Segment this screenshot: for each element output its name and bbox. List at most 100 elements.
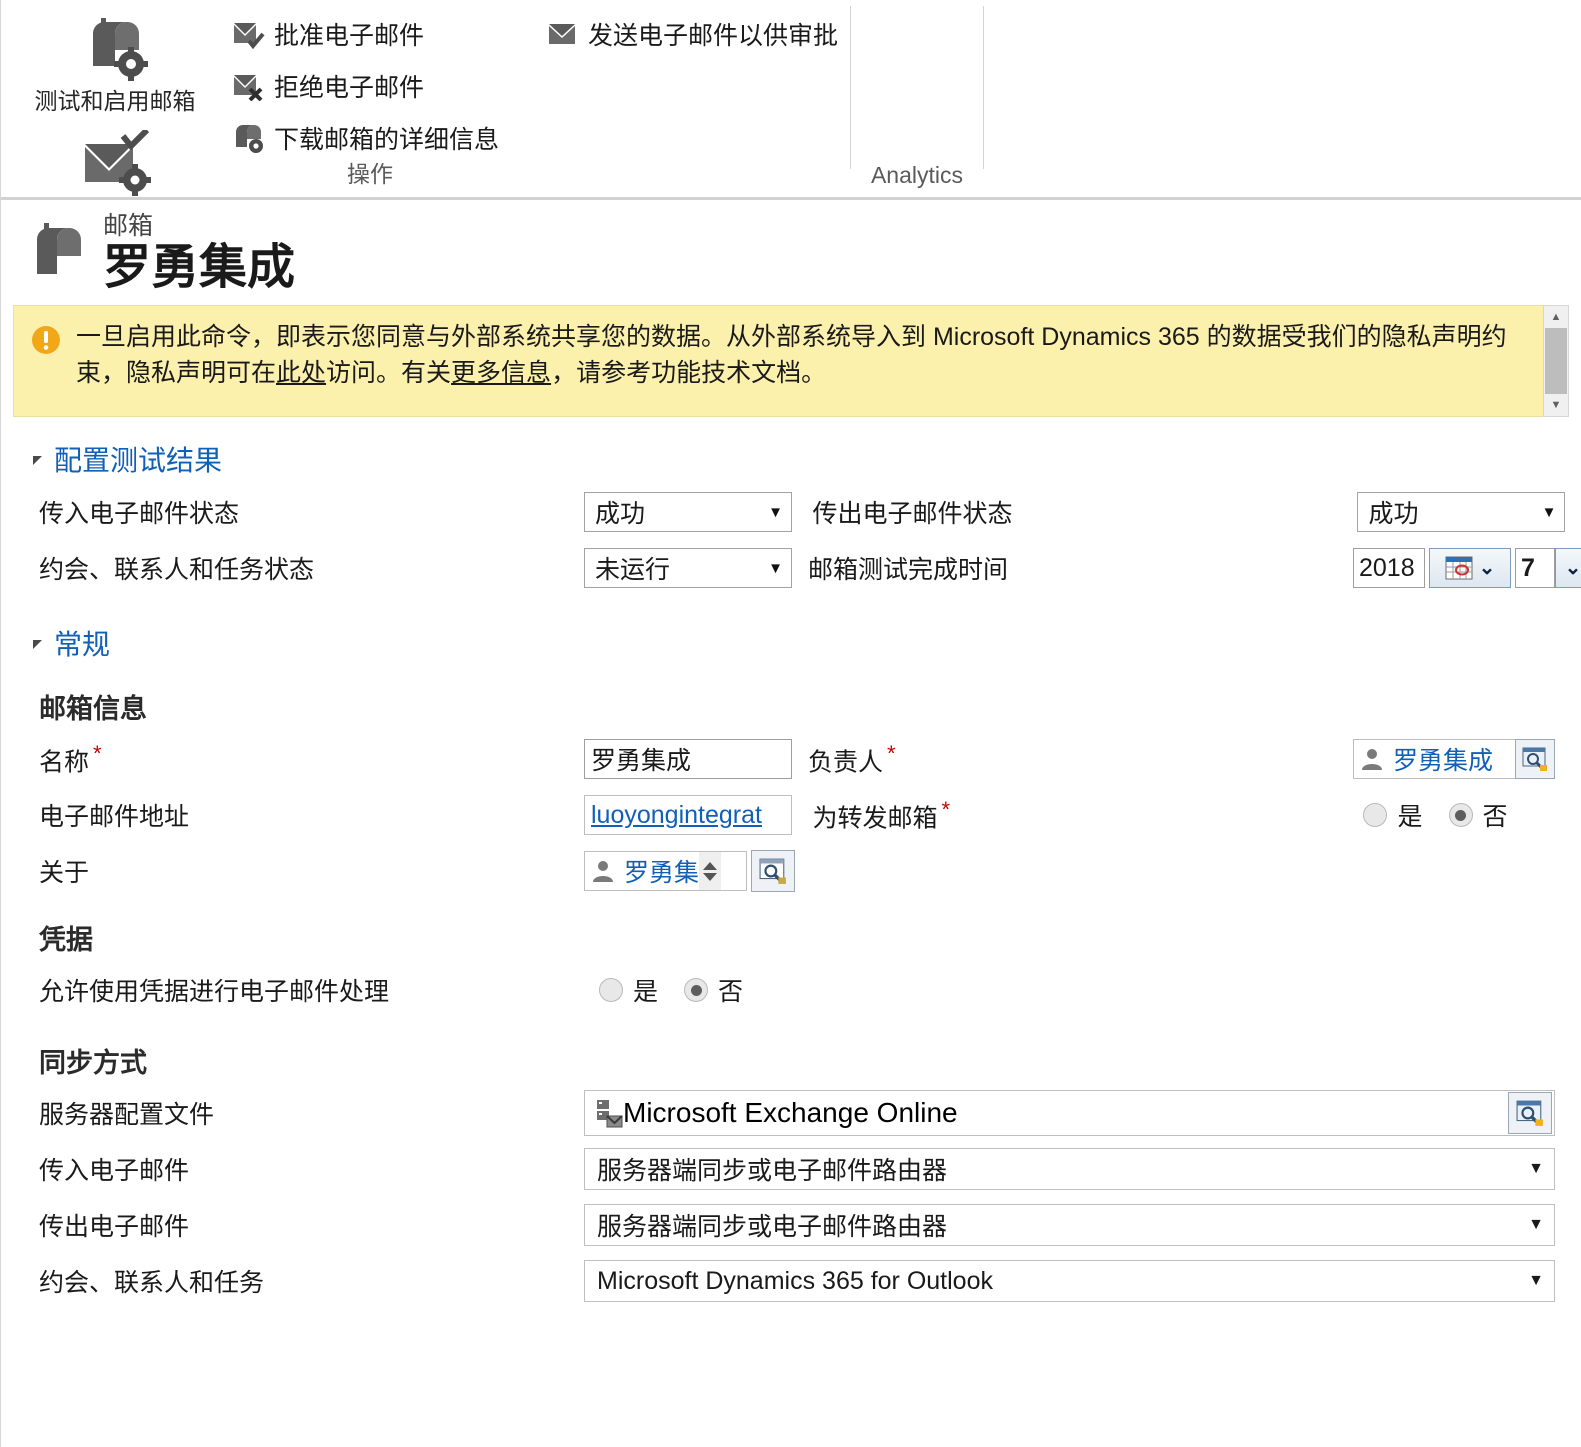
chevron-down-icon: ▼ [768, 503, 783, 521]
time-picker-button[interactable]: ⌄ [1555, 548, 1581, 589]
label-incoming-status: 传入电子邮件状态 [39, 500, 240, 529]
chevron-down-icon: ▼ [1528, 1160, 1544, 1178]
lookup-search-icon [1522, 747, 1547, 772]
sync-act-value: Microsoft Dynamics 365 for Outlook [597, 1266, 993, 1295]
notification-link-more-info[interactable]: 更多信息 [451, 359, 551, 387]
mailbox-gear-icon [79, 10, 151, 88]
ribbon-separator-2 [983, 6, 984, 169]
notification-text: 一旦启用此命令，即表示您同意与外部系统共享您的数据。从外部系统导入到 Micro… [64, 320, 1529, 398]
field-outgoing-status: 传出电子邮件状态 成功 ▼ [798, 492, 1569, 533]
field-test-completed: 邮箱测试完成时间 2018 ⌄ 7 ⌄ [794, 548, 1581, 589]
field-regarding: 关于 罗勇集 [13, 850, 803, 893]
server-profile-value: Microsoft Exchange Online [623, 1097, 958, 1129]
section-header-test-results[interactable]: 配置测试结果 [13, 417, 1569, 489]
calendar-picker-button[interactable]: ⌄ [1429, 548, 1511, 589]
chevron-down-icon: ⌄ [1564, 557, 1581, 580]
regarding-lookup[interactable]: 罗勇集 [584, 851, 747, 892]
calendar-icon [1445, 556, 1473, 580]
test-completed-date-input[interactable]: 2018 [1353, 548, 1425, 589]
chevron-down-icon: ▼ [1541, 503, 1557, 521]
scroll-up-icon[interactable]: ▲ [1544, 306, 1568, 329]
sync-act-dropdown[interactable]: Microsoft Dynamics 365 for Outlook ▼ [584, 1260, 1555, 1303]
allow-credentials-yes-label: 是 [633, 978, 659, 1007]
email-address-input[interactable]: luoyongintegrat [584, 795, 792, 836]
ribbon-toolbar: 测试和启用邮箱 应用默认电子邮件设置 [0, 0, 1581, 228]
label-owner-text: 负责人 [808, 748, 884, 777]
ribbon-group-actions-label: 操作 [347, 161, 393, 187]
form-row-regarding: 关于 罗勇集 [13, 848, 1569, 894]
record-entity-type: 邮箱 [103, 212, 154, 240]
server-profile-lookup[interactable]: Microsoft Exchange Online [584, 1090, 1555, 1137]
label-forward-mailbox-text: 为转发邮箱 [812, 804, 938, 833]
subsection-credentials: 凭据 [39, 925, 93, 956]
name-input[interactable]: 罗勇集成 [584, 739, 792, 780]
incoming-status-value: 成功 [595, 500, 646, 529]
notification-text-part2: 访问。有关 [326, 358, 452, 387]
field-owner: 负责人 * 罗勇集成 [794, 739, 1569, 780]
envelope-icon [543, 20, 583, 48]
ribbon-group-main: 测试和启用邮箱 应用默认电子邮件设置 [0, 0, 230, 228]
person-icon [1359, 746, 1385, 772]
act-status-dropdown[interactable]: 未运行 ▼ [584, 548, 792, 589]
approve-email-button[interactable]: 批准电子邮件 [225, 8, 525, 60]
server-profile-lookup-button[interactable] [1508, 1092, 1552, 1135]
sync-incoming-dropdown[interactable]: 服务器端同步或电子邮件路由器 ▼ [584, 1148, 1555, 1191]
forward-mailbox-yes-radio[interactable]: 是 [1363, 797, 1423, 833]
section-title-general: 常规 [54, 629, 111, 661]
regarding-spinner[interactable] [699, 852, 722, 891]
incoming-status-dropdown[interactable]: 成功 ▼ [584, 492, 792, 533]
notification-banner: 一旦启用此命令，即表示您同意与外部系统共享您的数据。从外部系统导入到 Micro… [13, 305, 1569, 418]
outgoing-status-value: 成功 [1368, 500, 1419, 529]
section-general: 常规 邮箱信息 名称 * 罗勇集成 负责人 * 罗勇集成 电子邮件地址 luoy… [1, 601, 1581, 1304]
field-forward-mailbox: 为转发邮箱 * 是 否 [798, 797, 1569, 834]
scroll-thumb[interactable] [1545, 328, 1567, 395]
send-email-for-approval-button[interactable]: 发送电子邮件以供审批 [539, 8, 850, 60]
notification-link-here[interactable]: 此处 [276, 359, 326, 387]
form-row-sync-outgoing: 传出电子邮件 服务器端同步或电子邮件路由器 ▼ [13, 1202, 1569, 1248]
envelope-gear-icon [77, 124, 153, 202]
field-name: 名称 * 罗勇集成 [13, 739, 794, 780]
reject-email-button[interactable]: 拒绝电子邮件 [225, 60, 525, 112]
ribbon-group-analytics-label: Analytics [870, 162, 964, 188]
label-forward-mailbox: 为转发邮箱 * [812, 797, 1357, 834]
spinner-down-icon[interactable] [703, 872, 718, 881]
subsection-mailbox-info: 邮箱信息 [39, 694, 147, 725]
scroll-down-icon[interactable]: ▼ [1544, 394, 1568, 417]
section-test-results: 配置测试结果 传入电子邮件状态 成功 ▼ 传出电子邮件状态 成功 ▼ 约会、联系… [1, 417, 1581, 591]
record-form: 邮箱 罗勇集成 一旦启用此命令，即表示您同意与外部系统共享您的数据。从外部系统导… [0, 200, 1581, 1447]
section-header-general[interactable]: 常规 [13, 601, 1569, 673]
notification-scrollbar[interactable]: ▲ ▼ [1543, 305, 1569, 418]
label-name-text: 名称 [39, 748, 90, 777]
form-row-server-profile: 服务器配置文件 Microsoft Exchange Online [13, 1090, 1569, 1137]
form-row-email-forward: 电子邮件地址 luoyongintegrat 为转发邮箱 * 是 否 [13, 792, 1569, 838]
collapse-triangle-icon [33, 640, 42, 650]
test-completed-time-input[interactable]: 7 [1515, 548, 1555, 589]
forward-mailbox-no-radio[interactable]: 否 [1448, 797, 1508, 833]
forward-mailbox-no-label: 否 [1482, 803, 1508, 832]
person-icon [590, 858, 616, 884]
test-and-enable-mailbox-button[interactable]: 测试和启用邮箱 [15, 0, 215, 114]
allow-credentials-no-radio[interactable]: 否 [684, 972, 743, 1008]
outgoing-status-dropdown[interactable]: 成功 ▼ [1357, 492, 1566, 533]
required-marker: * [941, 796, 951, 822]
send-email-for-approval-label: 发送电子邮件以供审批 [588, 22, 839, 50]
notification-text-part3: ，请参考功能技术文档。 [551, 358, 827, 387]
sync-outgoing-dropdown[interactable]: 服务器端同步或电子邮件路由器 ▼ [584, 1204, 1555, 1247]
ribbon-group-send: 发送电子邮件以供审批 操作 [347, 0, 850, 197]
label-server-profile: 服务器配置文件 [39, 1101, 215, 1130]
spinner-up-icon[interactable] [703, 861, 718, 870]
owner-lookup-button[interactable] [1515, 739, 1555, 780]
label-sync-incoming: 传入电子邮件 [39, 1157, 190, 1186]
allow-credentials-yes-radio[interactable]: 是 [599, 972, 658, 1008]
label-allow-credentials: 允许使用凭据进行电子邮件处理 [39, 978, 390, 1007]
label-owner: 负责人 * [808, 741, 1353, 778]
forward-mailbox-yes-label: 是 [1397, 803, 1423, 832]
field-email-address: 电子邮件地址 luoyongintegrat [13, 795, 798, 836]
form-row-act-status: 约会、联系人和任务状态 未运行 ▼ 邮箱测试完成时间 2018 ⌄ 7 ⌄ [13, 545, 1581, 591]
chevron-down-icon: ▼ [768, 559, 783, 577]
lookup-search-icon [1516, 1101, 1543, 1127]
regarding-lookup-button[interactable] [751, 850, 795, 893]
page-title: 罗勇集成 [103, 241, 296, 294]
radio-circle-selected-icon [684, 978, 709, 1003]
owner-value: 罗勇集成 [1393, 747, 1494, 776]
